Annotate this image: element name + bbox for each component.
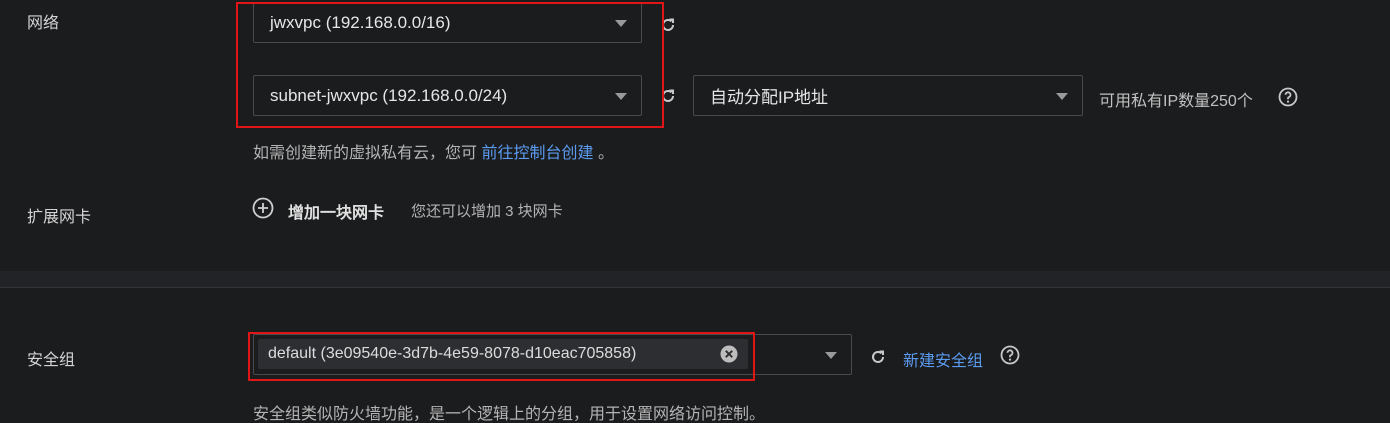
add-nic-button[interactable]: 增加一块网卡 bbox=[288, 199, 384, 223]
create-vpc-link[interactable]: 前往控制台创建 bbox=[481, 145, 593, 162]
available-ip-count: 可用私有IP数量250个 bbox=[1099, 93, 1253, 110]
create-vpc-hint-suffix: 。 bbox=[597, 145, 614, 162]
create-vpc-hint-text: 如需创建新的虚拟私有云，您可 bbox=[253, 145, 478, 162]
help-icon[interactable] bbox=[1278, 87, 1298, 107]
chevron-down-icon bbox=[825, 352, 837, 359]
remaining-nic-text: 您还可以增加 3 块网卡 bbox=[411, 203, 563, 220]
security-group-description: 安全组类似防火墙功能，是一个逻辑上的分组，用于设置网络访问控制。 bbox=[253, 406, 766, 423]
add-circle-icon[interactable] bbox=[252, 197, 274, 219]
divider-line bbox=[0, 287, 1390, 288]
create-vpc-hint: 如需创建新的虚拟私有云，您可 前往控制台创建 。 bbox=[253, 139, 614, 163]
chevron-down-icon bbox=[1056, 93, 1068, 100]
highlight-box-network bbox=[236, 2, 664, 128]
ip-allocation-value: 自动分配IP地址 bbox=[710, 88, 829, 107]
section-divider bbox=[0, 271, 1390, 287]
ecs-network-config-page: 网络 jwxvpc (192.168.0.0/16) subnet-jwxvpc… bbox=[0, 0, 1390, 423]
help-icon[interactable] bbox=[1000, 345, 1020, 365]
network-label: 网络 bbox=[27, 15, 60, 32]
extend-nic-label: 扩展网卡 bbox=[27, 209, 92, 226]
refresh-icon[interactable] bbox=[868, 347, 888, 367]
new-security-group-link[interactable]: 新建安全组 bbox=[903, 347, 983, 371]
security-group-label: 安全组 bbox=[27, 352, 76, 369]
ip-allocation-select[interactable]: 自动分配IP地址 bbox=[693, 75, 1083, 116]
highlight-box-security-group bbox=[248, 332, 755, 381]
